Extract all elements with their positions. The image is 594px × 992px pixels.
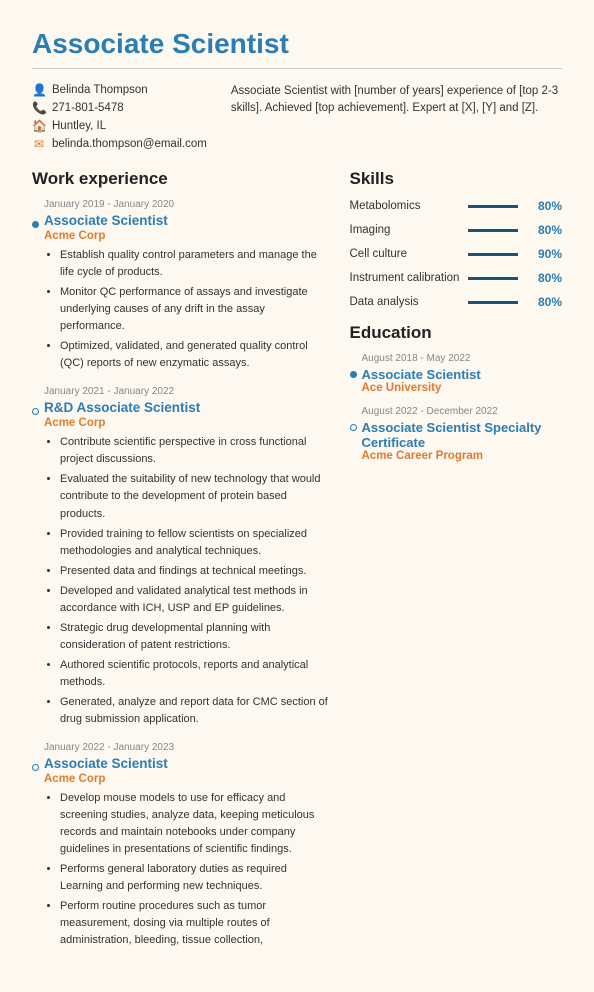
- job-dot-3: [32, 764, 39, 771]
- skill-row-4: Data analysis 80%: [350, 295, 563, 309]
- job-dot-1: [32, 221, 39, 228]
- bullet-1-1: Establish quality control parameters and…: [60, 247, 330, 281]
- skill-bar-bg-4: [468, 301, 519, 304]
- bullet-2-7: Authored scientific protocols, reports a…: [60, 657, 330, 691]
- skill-row-3: Instrument calibration 80%: [350, 271, 563, 285]
- job-entry-2: January 2021 - January 2022 R&D Associat…: [32, 386, 330, 728]
- skill-bar-bg-0: [468, 205, 519, 208]
- job-bullets-3: Develop mouse models to use for efficacy…: [44, 790, 330, 949]
- main-content: Work experience January 2019 - January 2…: [32, 169, 562, 964]
- job-date-1: January 2019 - January 2020: [44, 199, 330, 210]
- email-icon: ✉: [32, 137, 46, 151]
- edu-degree-0: Associate Scientist: [362, 367, 563, 382]
- job-bullets-2: Contribute scientific perspective in cro…: [44, 434, 330, 728]
- bullet-2-1: Contribute scientific perspective in cro…: [60, 434, 330, 468]
- skill-pct-3: 80%: [526, 271, 562, 285]
- skill-bar-fill-1: [468, 229, 508, 232]
- edu-entry-0: August 2018 - May 2022 Associate Scienti…: [350, 353, 563, 394]
- skill-row-2: Cell culture 90%: [350, 247, 563, 261]
- skill-name-1: Imaging: [350, 224, 460, 236]
- person-icon: 👤: [32, 83, 46, 97]
- skill-name-0: Metabolomics: [350, 200, 460, 212]
- contact-location: 🏠 Huntley, IL: [32, 119, 207, 133]
- contact-name: 👤 Belinda Thompson: [32, 83, 207, 97]
- right-column: Skills Metabolomics 80% Imaging 80% Cell…: [350, 169, 563, 964]
- location-icon: 🏠: [32, 119, 46, 133]
- edu-institution-0: Ace University: [362, 382, 563, 394]
- work-experience-title: Work experience: [32, 169, 330, 189]
- skill-name-4: Data analysis: [350, 296, 460, 308]
- skill-bar-bg-2: [468, 253, 519, 256]
- job-bullets-1: Establish quality control parameters and…: [44, 247, 330, 372]
- skill-name-3: Instrument calibration: [350, 272, 460, 284]
- skill-bar-fill-3: [468, 277, 508, 280]
- edu-date-0: August 2018 - May 2022: [362, 353, 563, 364]
- bullet-2-6: Strategic drug developmental planning wi…: [60, 620, 330, 654]
- company-1: Acme Corp: [44, 230, 330, 242]
- education-title: Education: [350, 323, 563, 343]
- bullet-3-1: Develop mouse models to use for efficacy…: [60, 790, 330, 858]
- company-3: Acme Corp: [44, 773, 330, 785]
- skill-pct-1: 80%: [526, 223, 562, 237]
- bullet-2-4: Presented data and findings at technical…: [60, 563, 330, 580]
- edu-degree-1: Associate Scientist Specialty Certificat…: [362, 420, 563, 450]
- job-title-3: Associate Scientist: [44, 756, 330, 771]
- skill-name-2: Cell culture: [350, 248, 460, 260]
- bullet-2-2: Evaluated the suitability of new technol…: [60, 471, 330, 522]
- skill-bar-bg-1: [468, 229, 519, 232]
- phone-icon: 📞: [32, 101, 46, 115]
- bullet-1-3: Optimized, validated, and generated qual…: [60, 338, 330, 372]
- skill-row-1: Imaging 80%: [350, 223, 563, 237]
- page-title: Associate Scientist: [32, 28, 562, 60]
- edu-institution-1: Acme Career Program: [362, 450, 563, 462]
- bullet-3-2: Performs general laboratory duties as re…: [60, 861, 330, 895]
- skill-pct-2: 90%: [526, 247, 562, 261]
- job-date-2: January 2021 - January 2022: [44, 386, 330, 397]
- skills-title: Skills: [350, 169, 563, 189]
- header-divider: [32, 68, 562, 69]
- job-entry-1: January 2019 - January 2020 Associate Sc…: [32, 199, 330, 372]
- skill-bar-fill-4: [468, 301, 508, 304]
- edu-date-1: August 2022 - December 2022: [362, 406, 563, 417]
- contact-left: 👤 Belinda Thompson 📞 271-801-5478 🏠 Hunt…: [32, 83, 207, 151]
- bullet-2-5: Developed and validated analytical test …: [60, 583, 330, 617]
- contact-phone: 📞 271-801-5478: [32, 101, 207, 115]
- company-2: Acme Corp: [44, 417, 330, 429]
- edu-dot-0: [350, 371, 357, 378]
- skill-pct-0: 80%: [526, 199, 562, 213]
- contact-section: 👤 Belinda Thompson 📞 271-801-5478 🏠 Hunt…: [32, 83, 562, 151]
- job-dot-2: [32, 408, 39, 415]
- skill-bar-bg-3: [468, 277, 519, 280]
- job-date-3: January 2022 - January 2023: [44, 742, 330, 753]
- work-experience-section: Work experience January 2019 - January 2…: [32, 169, 330, 964]
- job-title-2: R&D Associate Scientist: [44, 400, 330, 415]
- bullet-3-3: Perform routine procedures such as tumor…: [60, 898, 330, 949]
- skill-bar-fill-0: [468, 205, 508, 208]
- bullet-2-3: Provided training to fellow scientists o…: [60, 526, 330, 560]
- skill-row-0: Metabolomics 80%: [350, 199, 563, 213]
- edu-entry-1: August 2022 - December 2022 Associate Sc…: [350, 406, 563, 462]
- skill-pct-4: 80%: [526, 295, 562, 309]
- bullet-1-2: Monitor QC performance of assays and inv…: [60, 284, 330, 335]
- education-section: Education August 2018 - May 2022 Associa…: [350, 323, 563, 462]
- bullet-2-8: Generated, analyze and report data for C…: [60, 694, 330, 728]
- skill-bar-fill-2: [468, 253, 513, 256]
- contact-email: ✉ belinda.thompson@email.com: [32, 137, 207, 151]
- job-title-1: Associate Scientist: [44, 213, 330, 228]
- summary-text: Associate Scientist with [number of year…: [231, 83, 562, 151]
- edu-dot-1: [350, 424, 357, 431]
- job-entry-3: January 2022 - January 2023 Associate Sc…: [32, 742, 330, 949]
